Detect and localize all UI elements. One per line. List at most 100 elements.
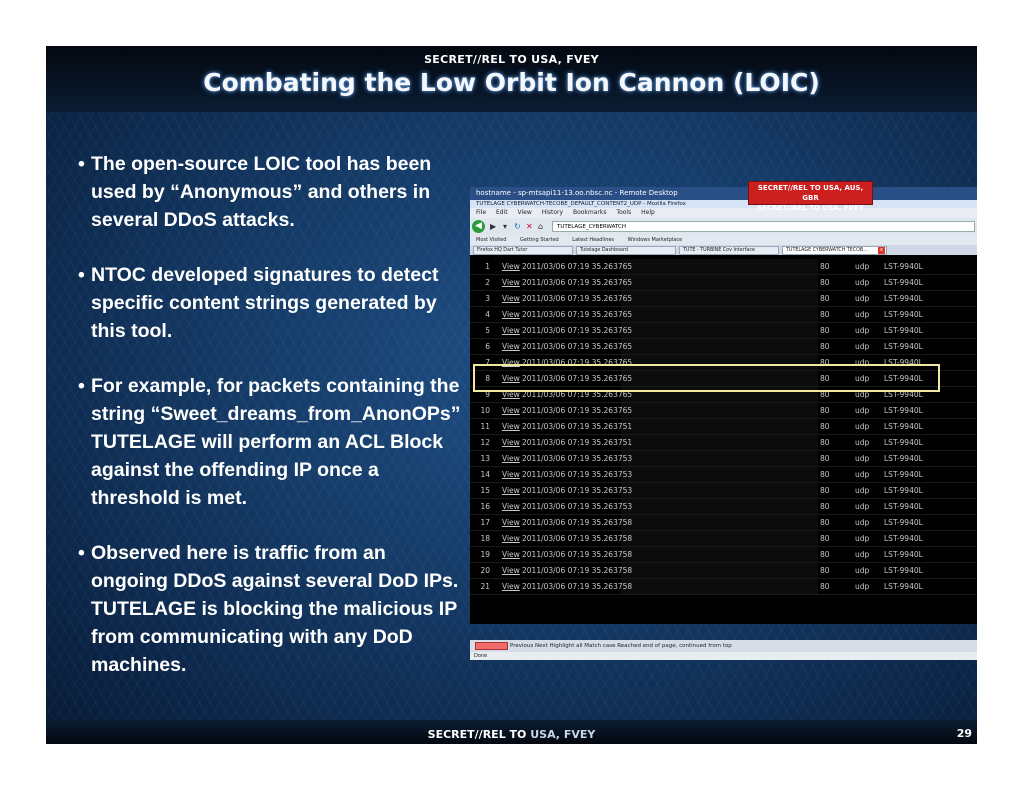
home-icon[interactable]: ⌂	[538, 221, 543, 232]
protocol-cell: udp	[855, 422, 870, 431]
row-number: 6	[485, 342, 490, 351]
menu-view[interactable]: View	[518, 209, 532, 216]
host-cell: LST-9940L	[884, 470, 923, 479]
redacted-cell	[621, 291, 818, 306]
menu-tools[interactable]: Tools	[616, 209, 631, 216]
page-number: 29	[956, 727, 972, 740]
redacted-cell	[621, 435, 818, 450]
protocol-cell: udp	[855, 582, 870, 591]
redacted-cell	[621, 275, 818, 290]
table-row: 18 View 2011/03/06 07:19 35.263758 80 udp LST…	[470, 531, 977, 547]
view-link[interactable]: View	[502, 515, 520, 531]
port-cell: 80	[820, 534, 830, 543]
url-bar[interactable]: TUTELAGE_CYBERWATCH	[552, 221, 975, 232]
timestamp-cell: 2011/03/06 07:19 35.263758	[522, 550, 633, 559]
row-number: 17	[480, 518, 490, 527]
stop-icon[interactable]: ✕	[526, 221, 533, 232]
view-link[interactable]: View	[502, 275, 520, 291]
row-number: 11	[480, 422, 490, 431]
protocol-cell: udp	[855, 326, 870, 335]
bookmark-latest-headlines[interactable]: Latest Headlines	[572, 237, 614, 243]
redacted-cell	[621, 579, 818, 594]
timestamp-cell: 2011/03/06 07:19 35.263758	[522, 566, 633, 575]
port-cell: 80	[820, 438, 830, 447]
timestamp-cell: 2011/03/06 07:19 35.263753	[522, 486, 633, 495]
banner-line-1: SECRET//REL TO USA, AUS, GBR	[757, 184, 864, 202]
bullet-text: Observed here is traffic from an ongoing…	[91, 542, 459, 676]
view-link[interactable]: View	[502, 307, 520, 323]
timestamp-cell: 2011/03/06 07:19 35.263765	[522, 278, 633, 287]
menu-bar: File Edit View History Bookmarks Tools H…	[470, 208, 977, 218]
redacted-cell	[621, 515, 818, 530]
view-link[interactable]: View	[502, 483, 520, 499]
firefox-titlebar[interactable]: TUTELAGE CYBERWATCH-TECOBE_DEFAULT_CONTE…	[470, 200, 977, 208]
bullet-dot: •	[78, 542, 85, 564]
forward-arrow-icon[interactable]: ▶	[490, 221, 496, 232]
back-arrow-icon[interactable]: ◀	[472, 220, 485, 233]
protocol-cell: udp	[855, 486, 870, 495]
view-link[interactable]: View	[502, 259, 520, 275]
protocol-cell: udp	[855, 278, 870, 287]
remote-desktop-titlebar[interactable]: hostname - sp-mtsapi11-13.oo.nbsc.nc - R…	[470, 187, 977, 200]
view-link[interactable]: View	[502, 419, 520, 435]
bullet-item: • For example, for packets containing the…	[78, 372, 468, 512]
reload-icon[interactable]: ↻	[514, 221, 521, 232]
row-number: 4	[485, 310, 490, 319]
bookmark-windows-marketplace[interactable]: Windows Marketplace	[628, 237, 683, 243]
bullet-dot: •	[78, 264, 85, 286]
dropdown-icon[interactable]: ▾	[503, 221, 507, 232]
timestamp-cell: 2011/03/06 07:19 35.263753	[522, 470, 633, 479]
view-link[interactable]: View	[502, 563, 520, 579]
status-bar: Done	[470, 652, 977, 660]
redacted-cell	[621, 451, 818, 466]
timestamp-cell: 2011/03/06 07:19 35.263765	[522, 294, 633, 303]
tab-turbine[interactable]: TUTE - TURBINE Cov Interface	[679, 246, 779, 255]
timestamp-cell: 2011/03/06 07:19 35.263765	[522, 342, 633, 351]
classification-bottom-b: USA, FVEY	[530, 728, 596, 741]
view-link[interactable]: View	[502, 547, 520, 563]
redacted-cell	[621, 467, 818, 482]
view-link[interactable]: View	[502, 339, 520, 355]
tab-cyberwatch[interactable]: TUTELAGE CYBERWATCH TECOB... x	[782, 246, 887, 255]
row-number: 18	[480, 534, 490, 543]
table-row: 17 View 2011/03/06 07:19 35.263758 80 udp LST…	[470, 515, 977, 531]
find-input[interactable]	[475, 642, 508, 650]
bullet-text: The open-source LOIC tool has been used …	[91, 153, 432, 231]
menu-history[interactable]: History	[542, 209, 563, 216]
protocol-cell: udp	[855, 534, 870, 543]
row-number: 12	[480, 438, 490, 447]
bullet-dot: •	[78, 375, 85, 397]
view-link[interactable]: View	[502, 531, 520, 547]
view-link[interactable]: View	[502, 435, 520, 451]
host-cell: LST-9940L	[884, 518, 923, 527]
view-link[interactable]: View	[502, 499, 520, 515]
view-link[interactable]: View	[502, 291, 520, 307]
view-link[interactable]: View	[502, 323, 520, 339]
classification-top: SECRET//REL TO USA, FVEY	[424, 53, 599, 66]
view-link[interactable]: View	[502, 403, 520, 419]
title-bar: SECRET//REL TO USA, FVEY Combating the L…	[46, 46, 977, 112]
redacted-cell	[621, 259, 818, 274]
bookmark-most-visited[interactable]: Most Visited	[476, 237, 506, 243]
bullet-dot: •	[78, 153, 85, 175]
tab-dashboard[interactable]: Tutelage Dashboard	[576, 246, 676, 255]
redacted-cell	[621, 339, 818, 354]
redacted-cell	[621, 419, 818, 434]
row-number: 13	[480, 454, 490, 463]
close-tab-icon[interactable]: x	[878, 247, 885, 254]
port-cell: 80	[820, 582, 830, 591]
menu-file[interactable]: File	[476, 209, 486, 216]
menu-bookmarks[interactable]: Bookmarks	[573, 209, 607, 216]
bookmark-getting-started[interactable]: Getting Started	[520, 237, 559, 243]
view-link[interactable]: View	[502, 467, 520, 483]
port-cell: 80	[820, 454, 830, 463]
table-row: 10 View 2011/03/06 07:19 35.263765 80 udp LST…	[470, 403, 977, 419]
tab-dart-tutor[interactable]: Firefox HQ Dart Tutor	[473, 246, 573, 255]
view-link[interactable]: View	[502, 579, 520, 595]
menu-help[interactable]: Help	[641, 209, 655, 216]
host-cell: LST-9940L	[884, 310, 923, 319]
bullet-text: NTOC developed signatures to detect spec…	[91, 264, 439, 342]
table-row: 15 View 2011/03/06 07:19 35.263753 80 udp LST…	[470, 483, 977, 499]
menu-edit[interactable]: Edit	[496, 209, 508, 216]
view-link[interactable]: View	[502, 451, 520, 467]
